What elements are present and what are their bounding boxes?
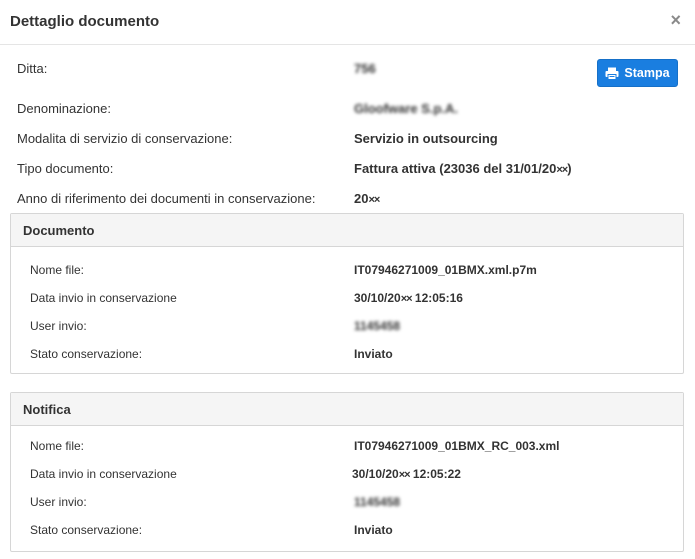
documento-data-invio-value: 30/10/20×× 12:05:16 bbox=[354, 289, 463, 308]
notifica-panel-title: Notifica bbox=[11, 393, 683, 426]
documento-row-stato: Stato conservazione: Inviato bbox=[11, 345, 683, 363]
field-denominazione: Denominazione: Gloofware S.p.A. bbox=[0, 99, 695, 119]
close-icon[interactable]: × bbox=[670, 10, 681, 30]
notifica-stato-label: Stato conservazione: bbox=[30, 523, 143, 537]
anno-label: Anno di riferimento dei documenti in con… bbox=[17, 191, 316, 206]
documento-user-label: User invio: bbox=[30, 319, 87, 333]
notifica-data-invio-prefix: 30/10/20 bbox=[352, 467, 399, 481]
notifica-row-data-invio: Data invio in conservazione 30/10/20×× 1… bbox=[11, 465, 683, 483]
modalita-label: Modalita di servizio di conservazione: bbox=[17, 131, 233, 146]
documento-nome-file-label: Nome file: bbox=[30, 263, 85, 277]
notifica-row-user: User invio: 1145458 bbox=[11, 493, 683, 511]
notifica-row-nome-file: Nome file: IT07946271009_01BMX_RC_003.xm… bbox=[11, 437, 683, 455]
documento-row-user: User invio: 1145458 bbox=[11, 317, 683, 335]
notifica-nome-file-label: Nome file: bbox=[30, 439, 85, 453]
denominazione-value: Gloofware S.p.A. bbox=[354, 101, 459, 116]
notifica-panel: Notifica Nome file: IT07946271009_01BMX_… bbox=[10, 392, 684, 552]
ditta-label: Ditta: bbox=[17, 61, 48, 76]
documento-data-invio-prefix: 30/10/20 bbox=[354, 291, 401, 305]
documento-panel-title: Documento bbox=[11, 214, 683, 247]
denominazione-label: Denominazione: bbox=[17, 101, 111, 116]
field-modalita: Modalita di servizio di conservazione: S… bbox=[0, 129, 695, 149]
field-anno: Anno di riferimento dei documenti in con… bbox=[0, 189, 695, 209]
modalita-value: Servizio in outsourcing bbox=[354, 131, 498, 146]
documento-user-value: 1145458 bbox=[354, 319, 401, 333]
modal-header: Dettaglio documento × bbox=[0, 0, 695, 45]
tipo-documento-suffix: ) bbox=[567, 161, 572, 176]
tipo-documento-mask: ×× bbox=[556, 164, 568, 176]
documento-stato-label: Stato conservazione: bbox=[30, 347, 143, 361]
notifica-nome-file-value: IT07946271009_01BMX_RC_003.xml bbox=[354, 439, 560, 453]
tipo-documento-value: Fattura attiva (23036 del 31/01/20××) bbox=[354, 159, 572, 180]
field-ditta: Ditta: 756 bbox=[0, 59, 695, 79]
notifica-user-value: 1145458 bbox=[354, 495, 401, 509]
documento-panel: Documento Nome file: IT07946271009_01BMX… bbox=[10, 213, 684, 374]
modal-title: Dettaglio documento bbox=[10, 13, 160, 30]
notifica-stato-value: Inviato bbox=[354, 523, 393, 537]
field-tipo-documento: Tipo documento: Fattura attiva (23036 de… bbox=[0, 159, 695, 179]
documento-row-data-invio: Data invio in conservazione 30/10/20×× 1… bbox=[11, 289, 683, 307]
documento-data-invio-suffix: 12:05:16 bbox=[411, 291, 463, 305]
documento-row-nome-file: Nome file: IT07946271009_01BMX.xml.p7m bbox=[11, 261, 683, 279]
anno-value: 20×× bbox=[354, 189, 380, 210]
anno-mask: ×× bbox=[368, 194, 380, 206]
documento-data-invio-label: Data invio in conservazione bbox=[30, 291, 177, 305]
ditta-value: 756 bbox=[354, 61, 376, 76]
tipo-documento-text: Fattura attiva (23036 del 31/01/20 bbox=[354, 161, 557, 176]
notifica-data-invio-value: 30/10/20×× 12:05:22 bbox=[352, 465, 461, 484]
documento-stato-value: Inviato bbox=[354, 347, 393, 361]
documento-nome-file-value: IT07946271009_01BMX.xml.p7m bbox=[354, 263, 537, 277]
notifica-user-label: User invio: bbox=[30, 495, 87, 509]
notifica-data-invio-mask: ×× bbox=[398, 469, 411, 481]
notifica-data-invio-suffix: 12:05:22 bbox=[409, 467, 461, 481]
anno-text: 20 bbox=[354, 191, 369, 206]
notifica-data-invio-label: Data invio in conservazione bbox=[30, 467, 177, 481]
tipo-documento-label: Tipo documento: bbox=[17, 161, 114, 176]
documento-data-invio-mask: ×× bbox=[400, 293, 413, 305]
notifica-row-stato: Stato conservazione: Inviato bbox=[11, 521, 683, 539]
